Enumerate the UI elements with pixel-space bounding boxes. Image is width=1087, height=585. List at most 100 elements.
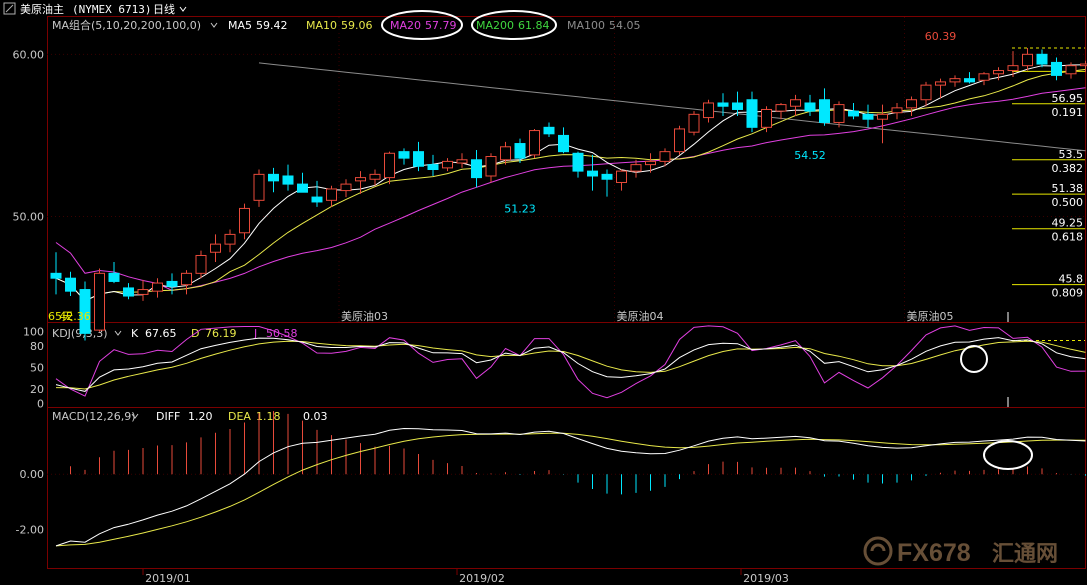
candle-down xyxy=(964,78,975,83)
candle-up xyxy=(456,159,468,164)
candle-up xyxy=(645,160,656,166)
fib-level-ratio: 0.500 xyxy=(1052,196,1084,209)
instrument-title: 美原油主 xyxy=(20,2,64,16)
fib-level-ratio: 0.809 xyxy=(1052,287,1084,300)
candle-down xyxy=(543,126,555,135)
legend-macd-value: 0.03 xyxy=(303,410,328,423)
fib-level-value: 49.25 xyxy=(1052,217,1084,230)
candle-up xyxy=(195,254,207,274)
candle-up xyxy=(935,81,946,86)
candle-down xyxy=(123,287,134,297)
x-axis-label: 2019/03 xyxy=(743,572,789,585)
legend-k-value: 67.65 xyxy=(145,327,177,340)
price-y-tick: 60.00 xyxy=(13,48,45,61)
macd-y-tick: -2.00 xyxy=(16,523,44,536)
candle-down xyxy=(50,272,62,279)
candle-up xyxy=(253,173,265,201)
fib-level-ratio: 0.191 xyxy=(1052,106,1084,119)
legend-ma10-name: MA10 xyxy=(306,19,337,32)
legend-diff-name: DIFF xyxy=(156,410,180,423)
candle-down xyxy=(717,102,729,107)
candle-down xyxy=(413,151,424,167)
candle-up xyxy=(355,177,366,182)
price-annotation: 51.23 xyxy=(504,203,536,216)
candle-down xyxy=(108,272,120,282)
candle-up xyxy=(1007,65,1019,72)
price-y-tick: 50.00 xyxy=(13,211,45,224)
candle-up xyxy=(630,164,642,172)
candle-up xyxy=(224,233,236,245)
candle-down xyxy=(1051,61,1062,76)
legend-ma100-value: 54.05 xyxy=(609,19,641,32)
x-axis-label: 2019/01 xyxy=(145,572,191,585)
watermark-subtext: 汇通网 xyxy=(992,542,1058,567)
legend-ma10-value: 59.06 xyxy=(341,19,373,32)
legend-ma5-value: 59.42 xyxy=(256,19,288,32)
candle-down xyxy=(282,175,294,185)
candle-up xyxy=(239,207,250,234)
ma-indicator-label[interactable]: MA组合(5,10,20,200,100,0) xyxy=(52,18,201,32)
candle-up xyxy=(761,108,772,128)
candle-up xyxy=(906,99,917,109)
candle-up xyxy=(775,104,787,112)
candle-up xyxy=(920,84,932,101)
candle-down xyxy=(65,277,76,292)
candle-down xyxy=(862,113,874,120)
candle-up xyxy=(210,243,221,253)
fib-level-ratio: 0.382 xyxy=(1052,162,1084,175)
candle-down xyxy=(297,183,308,193)
candle-up xyxy=(485,156,497,177)
kdj-y-tick: 20 xyxy=(30,383,44,396)
candle-down xyxy=(746,99,758,128)
candle-up xyxy=(703,102,714,119)
candle-down xyxy=(804,102,816,112)
candle-up xyxy=(949,78,961,83)
legend-ma20-value: 57.79 xyxy=(425,19,457,32)
title-bar: 美原油主 (NYMEX 6713) 日线 xyxy=(3,2,187,16)
candle-up xyxy=(384,152,395,179)
fib-level-value: 56.95 xyxy=(1052,92,1084,105)
chart-canvas[interactable]: 美原油主 (NYMEX 6713) 日线 MA组合(5,10,20,200,10… xyxy=(0,0,1087,585)
candle-down xyxy=(311,196,323,203)
candle-up xyxy=(152,282,163,292)
candle-up xyxy=(1022,53,1033,67)
x-axis-label: 2019/02 xyxy=(459,572,505,585)
candle-up xyxy=(877,113,888,120)
month-label: 美原油05 xyxy=(907,309,954,323)
candle-up xyxy=(790,99,801,107)
candle-down xyxy=(471,159,482,179)
candle-down xyxy=(268,173,279,182)
legend-dea-value: 1.18 xyxy=(256,410,281,423)
macd-y-tick: 0.00 xyxy=(20,468,45,481)
candle-down xyxy=(558,134,569,153)
candle-up xyxy=(529,130,540,156)
candle-up xyxy=(369,173,381,180)
legend-dea-name: DEA xyxy=(228,410,251,423)
price-annotation: 65天 xyxy=(48,310,73,323)
candle-up xyxy=(833,104,845,123)
candle-up xyxy=(500,146,511,161)
candle-up xyxy=(181,272,192,286)
candle-down xyxy=(587,170,598,177)
candle-up xyxy=(340,183,352,192)
candle-down xyxy=(1036,53,1048,65)
candle-down xyxy=(848,110,859,117)
candle-up xyxy=(674,128,685,153)
candle-down xyxy=(398,151,410,159)
candle-down xyxy=(427,164,439,171)
legend-ma5-name: MA5 xyxy=(228,19,252,32)
candle-up xyxy=(94,272,105,331)
macd-indicator-label[interactable]: MACD(12,26,9) xyxy=(52,410,136,423)
legend-k-name: K xyxy=(131,327,139,340)
period-selector[interactable]: 日线 xyxy=(153,2,175,16)
candle-up xyxy=(688,113,700,133)
candle-down xyxy=(601,173,613,180)
fib-level-value: 45.8 xyxy=(1059,273,1084,286)
month-label: 美原油03 xyxy=(341,309,388,323)
candle-up xyxy=(442,160,453,169)
candle-up xyxy=(1065,65,1077,75)
kdj-y-tick: 0 xyxy=(37,397,44,410)
candle-up xyxy=(891,107,903,114)
candle-up xyxy=(616,170,627,183)
candle-up xyxy=(978,73,990,81)
